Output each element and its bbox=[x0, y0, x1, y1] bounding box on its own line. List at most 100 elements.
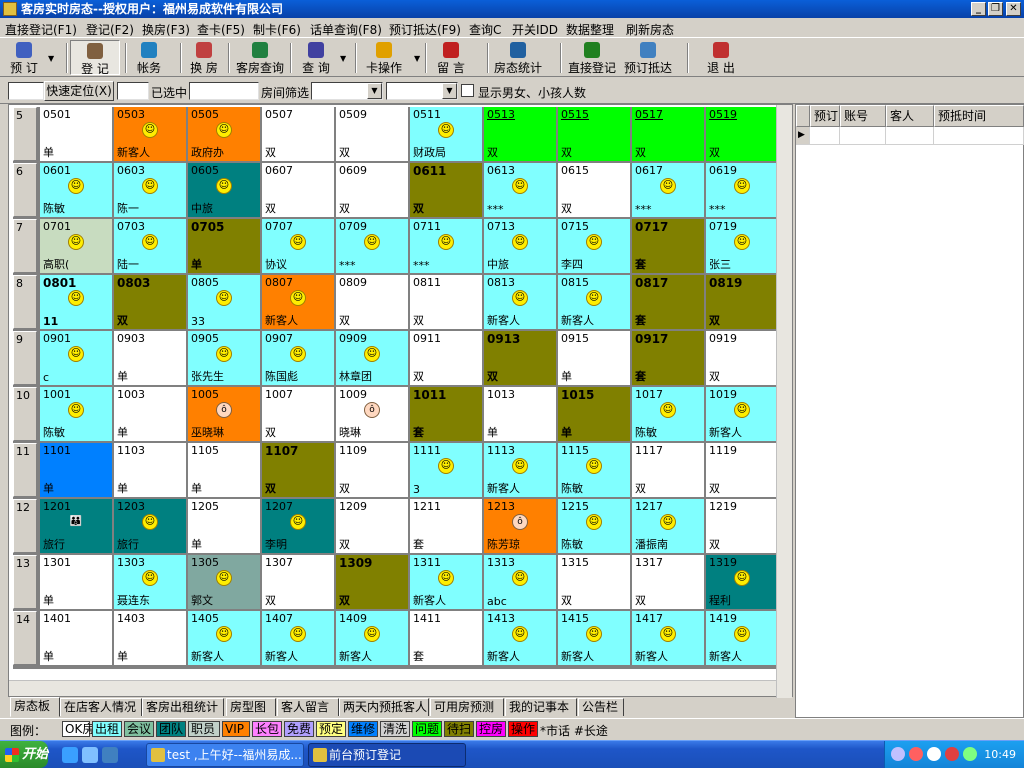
toolbar-button[interactable]: 查 询 bbox=[295, 40, 337, 75]
room-cell[interactable]: 1411 套 bbox=[410, 611, 482, 665]
room-cell[interactable]: 0703 ☺ 陆一 bbox=[114, 219, 186, 273]
table-cell[interactable] bbox=[934, 127, 1024, 145]
room-cell[interactable]: 1115 ☺ 陈敏 bbox=[558, 443, 630, 497]
menu-item[interactable]: 预订抵达(F9) bbox=[389, 21, 461, 38]
room-cell[interactable]: 0511 ☺ 财政局 bbox=[410, 107, 482, 161]
selected-count-input[interactable] bbox=[117, 82, 149, 100]
room-cell[interactable]: 1007 双 bbox=[262, 387, 334, 441]
room-cell[interactable]: 0607 双 bbox=[262, 163, 334, 217]
room-cell[interactable]: 0513 双 bbox=[484, 107, 556, 161]
room-cell[interactable]: 1117 双 bbox=[632, 443, 704, 497]
room-cell[interactable]: 0707 ☺ 协议 bbox=[262, 219, 334, 273]
desktop-icon[interactable] bbox=[82, 747, 98, 763]
room-cell[interactable]: 0611 双 bbox=[410, 163, 482, 217]
task-test[interactable]: test ,上午好--福州易成... bbox=[146, 743, 304, 767]
column-header[interactable]: 预抵时间 bbox=[934, 105, 1024, 127]
room-cell[interactable]: 1005 ô 巫晓琳 bbox=[188, 387, 260, 441]
room-cell[interactable]: 0813 ☺ 新客人 bbox=[484, 275, 556, 329]
room-cell[interactable]: 1015 单 bbox=[558, 387, 630, 441]
table-cell[interactable] bbox=[886, 127, 934, 145]
tab-item[interactable]: 公告栏 bbox=[578, 698, 624, 716]
room-cell[interactable]: 0617 ☺ *** bbox=[632, 163, 704, 217]
room-cell[interactable]: 1215 ☺ 陈敏 bbox=[558, 499, 630, 553]
room-cell[interactable]: 1109 双 bbox=[336, 443, 408, 497]
room-cell[interactable]: 1307 双 bbox=[262, 555, 334, 609]
room-cell[interactable]: 0807 ☺ 新客人 bbox=[262, 275, 334, 329]
menu-item[interactable]: 登记(F2) bbox=[86, 21, 134, 38]
room-cell[interactable]: 0817 套 bbox=[632, 275, 704, 329]
room-cell[interactable]: 0501 单 bbox=[40, 107, 112, 161]
room-cell[interactable]: 1317 双 bbox=[632, 555, 704, 609]
tab-item[interactable]: 可用房预测 bbox=[430, 698, 504, 716]
room-cell[interactable]: 0615 双 bbox=[558, 163, 630, 217]
room-cell[interactable]: 0517 双 bbox=[632, 107, 704, 161]
column-header[interactable]: 账号 bbox=[840, 105, 886, 127]
room-cell[interactable]: 0509 双 bbox=[336, 107, 408, 161]
room-cell[interactable]: 0917 套 bbox=[632, 331, 704, 385]
room-cell[interactable]: 1001 ☺ 陈敏 bbox=[40, 387, 112, 441]
room-cell[interactable]: 1019 ☺ 新客人 bbox=[706, 387, 778, 441]
room-cell[interactable]: 0903 单 bbox=[114, 331, 186, 385]
room-cell[interactable]: 0913 双 bbox=[484, 331, 556, 385]
room-cell[interactable]: 0603 ☺ 陈一 bbox=[114, 163, 186, 217]
room-cell[interactable]: 0915 单 bbox=[558, 331, 630, 385]
horizontal-scrollbar[interactable] bbox=[9, 680, 776, 696]
toolbar-button[interactable]: 客房查询 bbox=[232, 40, 288, 75]
room-cell[interactable]: 1205 单 bbox=[188, 499, 260, 553]
room-cell[interactable]: 1407 ☺ 新客人 bbox=[262, 611, 334, 665]
room-cell[interactable]: 1319 ☺ 程利 bbox=[706, 555, 778, 609]
room-cell[interactable]: 0801 ☺ 11 bbox=[40, 275, 112, 329]
close-button[interactable]: ✕ bbox=[1006, 2, 1021, 16]
menu-item[interactable]: 刷新房态 bbox=[626, 21, 674, 38]
room-cell[interactable]: 1113 ☺ 新客人 bbox=[484, 443, 556, 497]
room-cell[interactable]: 1305 ☺ 郭文 bbox=[188, 555, 260, 609]
room-cell[interactable]: 0909 ☺ 林章团 bbox=[336, 331, 408, 385]
room-cell[interactable]: 1107 双 bbox=[262, 443, 334, 497]
room-cell[interactable]: 0715 ☺ 李四 bbox=[558, 219, 630, 273]
room-cell[interactable]: 1303 ☺ 聂连东 bbox=[114, 555, 186, 609]
room-cell[interactable]: 1419 ☺ 新客人 bbox=[706, 611, 778, 665]
room-cell[interactable]: 1309 双 bbox=[336, 555, 408, 609]
ie-icon[interactable] bbox=[62, 747, 78, 763]
tab-item[interactable]: 两天内预抵客人 bbox=[339, 698, 429, 716]
chevron-down-icon[interactable]: ▼ bbox=[340, 54, 346, 63]
room-cell[interactable]: 1207 ☺ 李明 bbox=[262, 499, 334, 553]
room-cell[interactable]: 1201 👪 旅行 bbox=[40, 499, 112, 553]
tray-app-icon[interactable] bbox=[963, 747, 977, 761]
toolbar-button[interactable]: 退 出 bbox=[695, 40, 747, 75]
selected-input[interactable] bbox=[189, 82, 259, 100]
room-cell[interactable]: 0701 ☺ 高职( bbox=[40, 219, 112, 273]
task-booking[interactable]: 前台预订登记 bbox=[308, 743, 466, 767]
room-cell[interactable]: 1403 单 bbox=[114, 611, 186, 665]
toolbar-button[interactable]: 房态统计 bbox=[490, 40, 546, 75]
show-gender-checkbox[interactable] bbox=[461, 84, 474, 97]
toolbar-button[interactable]: 帐务 bbox=[128, 40, 170, 75]
tab-item[interactable]: 我的记事本 bbox=[505, 698, 577, 716]
room-cell[interactable]: 0815 ☺ 新客人 bbox=[558, 275, 630, 329]
tab-item[interactable]: 客人留言 bbox=[277, 698, 339, 716]
toolbar-button[interactable]: 换 房 bbox=[183, 40, 225, 75]
room-cell[interactable]: 1003 单 bbox=[114, 387, 186, 441]
room-cell[interactable]: 0905 ☺ 张先生 bbox=[188, 331, 260, 385]
room-cell[interactable]: 1417 ☺ 新客人 bbox=[632, 611, 704, 665]
room-cell[interactable]: 1301 单 bbox=[40, 555, 112, 609]
room-cell[interactable]: 0819 双 bbox=[706, 275, 778, 329]
room-cell[interactable]: 1017 ☺ 陈敏 bbox=[632, 387, 704, 441]
room-cell[interactable]: 1203 ☺ 旅行 bbox=[114, 499, 186, 553]
room-cell[interactable]: 0601 ☺ 陈敏 bbox=[40, 163, 112, 217]
room-cell[interactable]: 1401 单 bbox=[40, 611, 112, 665]
toolbar-button[interactable]: 直接登记 bbox=[566, 40, 618, 75]
menu-item[interactable]: 开关IDD bbox=[512, 21, 558, 38]
toolbar-button[interactable]: 预订抵达 bbox=[620, 40, 676, 75]
tab-item[interactable]: 房型图 bbox=[226, 698, 276, 716]
menu-item[interactable]: 数据整理 bbox=[566, 21, 614, 38]
room-cell[interactable]: 1213 ô 陈芳琼 bbox=[484, 499, 556, 553]
room-cell[interactable]: 0503 ☺ 新客人 bbox=[114, 107, 186, 161]
room-filter-select-2[interactable]: ▼ bbox=[386, 82, 458, 100]
room-cell[interactable]: 1211 套 bbox=[410, 499, 482, 553]
room-cell[interactable]: 1313 ☺ abc bbox=[484, 555, 556, 609]
room-cell[interactable]: 0719 ☺ 张三 bbox=[706, 219, 778, 273]
table-cell[interactable] bbox=[840, 127, 886, 145]
chevron-down-icon[interactable]: ▼ bbox=[414, 54, 420, 63]
room-cell[interactable]: 1011 套 bbox=[410, 387, 482, 441]
